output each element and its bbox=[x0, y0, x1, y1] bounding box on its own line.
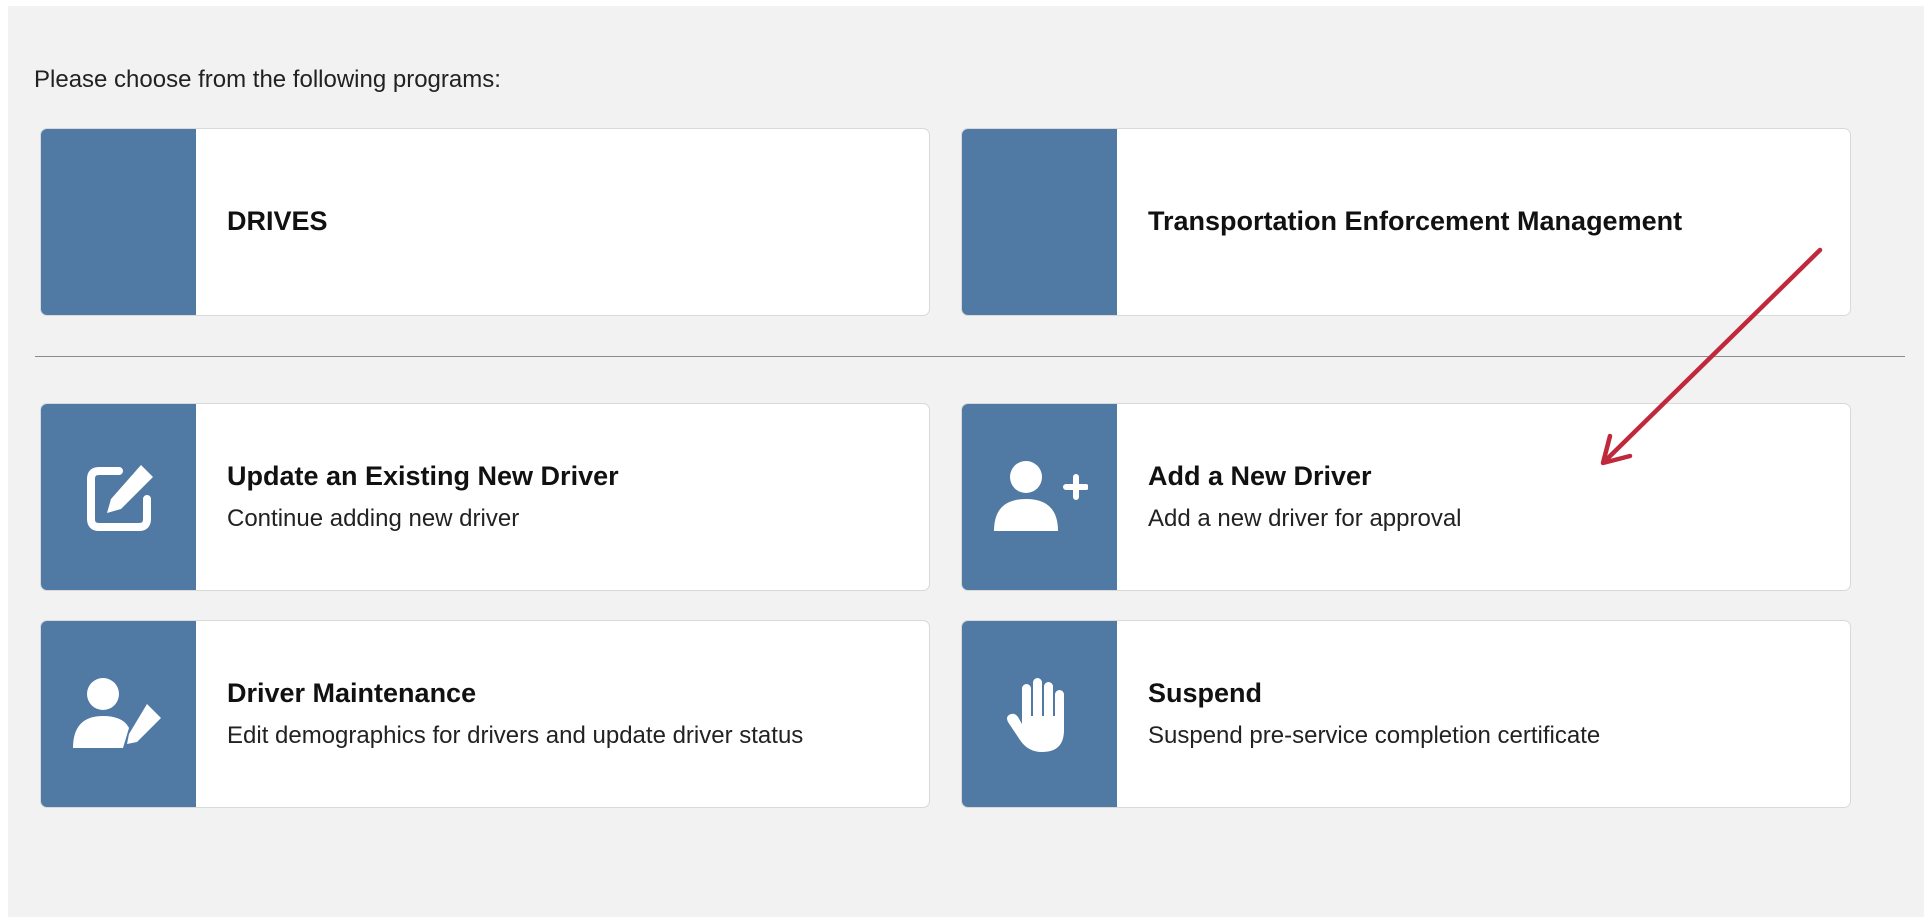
tile-accent-band bbox=[41, 129, 196, 315]
hand-stop-icon bbox=[1006, 678, 1064, 752]
tile-description: Continue adding new driver bbox=[227, 504, 520, 532]
tile-title: Suspend bbox=[1148, 678, 1263, 709]
tile-title: Driver Maintenance bbox=[227, 678, 477, 709]
tile-title: Update an Existing New Driver bbox=[227, 461, 619, 492]
program-tile-transportation-enforcement[interactable]: Transportation Enforcement Management bbox=[961, 128, 1851, 316]
intro-text: Please choose from the following program… bbox=[34, 66, 501, 93]
tile-accent-band bbox=[962, 129, 1117, 315]
tile-suspend[interactable]: Suspend Suspend pre-service completion c… bbox=[961, 620, 1851, 808]
tile-title: DRIVES bbox=[227, 206, 328, 237]
user-edit-icon bbox=[72, 678, 161, 748]
tile-description: Add a new driver for approval bbox=[1148, 504, 1462, 532]
section-divider bbox=[35, 356, 1905, 357]
tile-title: Transportation Enforcement Management bbox=[1148, 206, 1683, 237]
main-panel: Please choose from the following program… bbox=[8, 6, 1924, 917]
tile-description: Edit demographics for drivers and update… bbox=[227, 721, 804, 749]
add-user-icon bbox=[993, 461, 1088, 531]
program-tile-drives[interactable]: DRIVES bbox=[40, 128, 930, 316]
edit-icon bbox=[86, 465, 153, 531]
tile-add-new-driver[interactable]: Add a New Driver Add a new driver for ap… bbox=[961, 403, 1851, 591]
tile-description: Suspend pre-service completion certifica… bbox=[1148, 721, 1601, 749]
tile-driver-maintenance[interactable]: Driver Maintenance Edit demographics for… bbox=[40, 620, 930, 808]
tile-title: Add a New Driver bbox=[1148, 461, 1372, 492]
tile-update-existing-new-driver[interactable]: Update an Existing New Driver Continue a… bbox=[40, 403, 930, 591]
